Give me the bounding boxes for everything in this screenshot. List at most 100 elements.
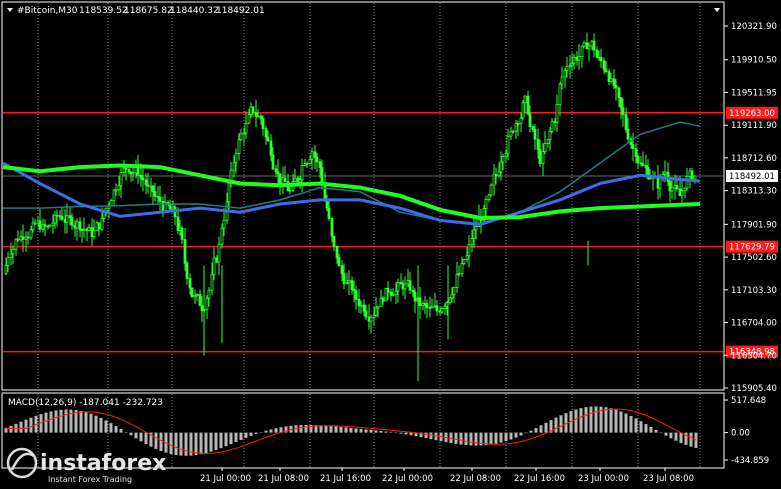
candle-body (511, 130, 515, 133)
candle-body (538, 148, 542, 164)
candle-body (325, 200, 329, 209)
candle-body (533, 129, 537, 140)
macd-histogram-bar (634, 418, 638, 433)
candle-body (239, 133, 243, 141)
candle-body (519, 117, 523, 125)
candle-body (472, 229, 476, 239)
macd-histogram-bar (544, 422, 548, 433)
candle-body (237, 139, 241, 155)
macd-histogram-bar (509, 432, 513, 440)
ohlc-low: 118440.32 (170, 6, 219, 16)
macd-histogram-bar (224, 432, 228, 447)
macd-histogram-bar (604, 407, 608, 433)
candle-body (548, 131, 552, 141)
candle-body (357, 298, 361, 306)
price-tick-label: 119111.90 (731, 121, 777, 131)
candle-body (274, 168, 278, 173)
candle-body (16, 238, 20, 241)
candle-body (288, 189, 292, 192)
candle-body (151, 185, 155, 192)
candle-body (546, 139, 550, 144)
candle-body (78, 221, 82, 231)
price-tick-label: 117502.60 (731, 253, 777, 263)
candle-body (55, 214, 59, 217)
candle-body (670, 187, 674, 192)
candle-body (124, 167, 128, 170)
macd-histogram-bar (404, 432, 408, 435)
candle-body (342, 273, 346, 284)
candle-body (327, 207, 331, 219)
candle-body (26, 236, 30, 239)
candle-body (323, 183, 327, 201)
symbol-label: #Bitcoin,M30 (17, 6, 78, 16)
candle-body (489, 184, 493, 196)
candle-body (381, 297, 385, 302)
macd-tick-label: 0.00 (731, 429, 750, 439)
trading-chart[interactable]: 119263.00117629.79116348.98118492.01 120… (0, 0, 781, 489)
candle-body (501, 156, 505, 163)
candle-body (350, 280, 354, 291)
candle-body (641, 163, 645, 166)
candle-body (146, 184, 150, 187)
candle-body (587, 45, 591, 50)
macd-histogram-bar (504, 432, 508, 442)
macd-histogram-bar (64, 409, 68, 433)
candle-body (220, 227, 224, 245)
candle-body (318, 161, 322, 168)
candle-body (190, 287, 194, 298)
candle-body (127, 168, 131, 173)
macd-histogram-bar (369, 429, 373, 433)
candle-body (470, 237, 474, 246)
price-tick-label: 117901.90 (731, 220, 777, 230)
price-tick-label: 116704.00 (731, 319, 777, 329)
macd-histogram-bar (29, 417, 33, 433)
macd-histogram-bar (54, 410, 58, 433)
macd-histogram-bar (519, 432, 523, 436)
candle-body (337, 257, 341, 267)
macd-histogram-bar (349, 427, 353, 433)
candle-body (232, 162, 236, 171)
candle-body (112, 189, 116, 201)
macd-histogram-bar (109, 423, 113, 433)
macd-label: MACD(12,26,9) -187.041 -232.723 (8, 398, 163, 408)
macd-histogram-bar (614, 409, 618, 433)
macd-histogram-bar (489, 432, 493, 445)
candle-body (308, 159, 312, 164)
candle-body (330, 218, 334, 237)
macd-histogram-bar (674, 432, 678, 441)
macd-histogram-bar (629, 415, 633, 433)
candle-body (139, 174, 143, 179)
candle-body (362, 304, 366, 312)
candle-body (65, 215, 69, 223)
ohlc-high: 118675.82 (124, 6, 173, 16)
macd-histogram-bar (464, 432, 468, 446)
macd-histogram-bar (249, 432, 253, 436)
candle-body (558, 83, 562, 106)
macd-histogram-bar (19, 421, 23, 433)
macd-histogram-bar (494, 432, 498, 444)
candle-body (43, 224, 47, 227)
candle-body (499, 161, 503, 173)
time-tick-label: 22 Jul 16:00 (514, 474, 565, 484)
candle-body (580, 45, 584, 58)
candle-body (60, 216, 64, 220)
macd-histogram-bar (269, 429, 273, 433)
candle-body (144, 179, 148, 186)
chart-background (0, 0, 781, 489)
candle-body (247, 114, 251, 124)
candle-body (604, 68, 608, 72)
candle-body (251, 106, 255, 114)
macd-histogram-bar (89, 413, 93, 433)
macd-histogram-bar (119, 429, 123, 433)
macd-histogram-bar (534, 428, 538, 433)
candle-body (227, 182, 231, 203)
macd-histogram-bar (129, 432, 133, 436)
macd-histogram-bar (469, 432, 473, 446)
candle-body (195, 294, 199, 296)
candle-body (180, 227, 184, 240)
macd-histogram-bar (9, 425, 13, 433)
candle-body (504, 153, 508, 157)
macd-histogram-bar (84, 412, 88, 433)
candle-body (269, 140, 273, 156)
macd-histogram-bar (24, 419, 28, 433)
